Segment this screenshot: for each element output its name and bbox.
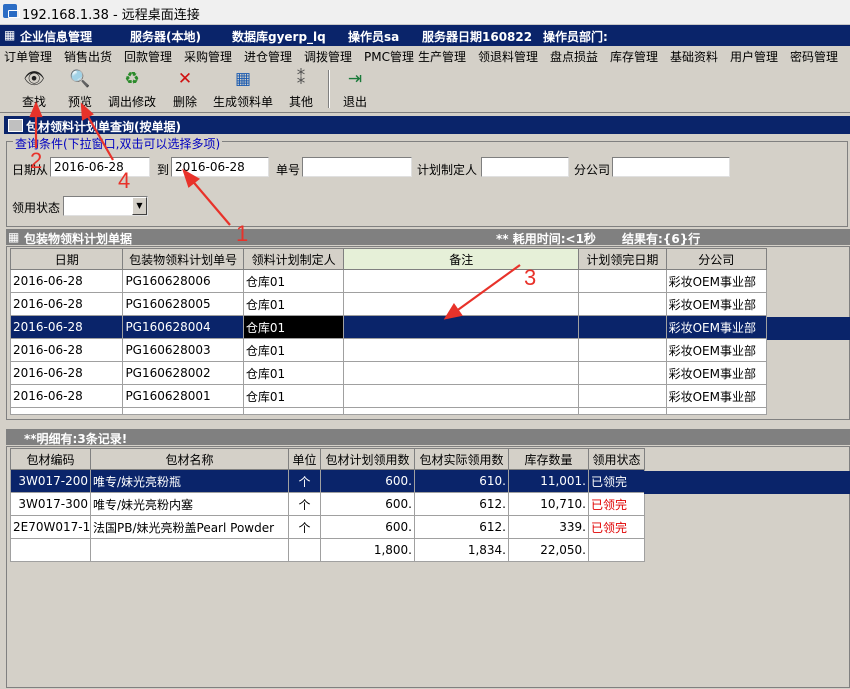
annotation-layer [29, 101, 521, 320]
annotation-arrow-1 [189, 177, 231, 226]
annotation-2: 2 [30, 148, 43, 173]
annotation-4: 4 [118, 168, 131, 193]
annotation-arrow-4 [85, 112, 114, 161]
annotation-arrowhead-2 [29, 101, 43, 118]
annotation-3: 3 [524, 265, 537, 290]
annotation-arrow-3 [454, 264, 521, 313]
annotation-arrowhead-4 [80, 102, 94, 121]
annotation-1: 1 [236, 221, 249, 246]
annotation-arrowhead-3 [443, 302, 463, 320]
